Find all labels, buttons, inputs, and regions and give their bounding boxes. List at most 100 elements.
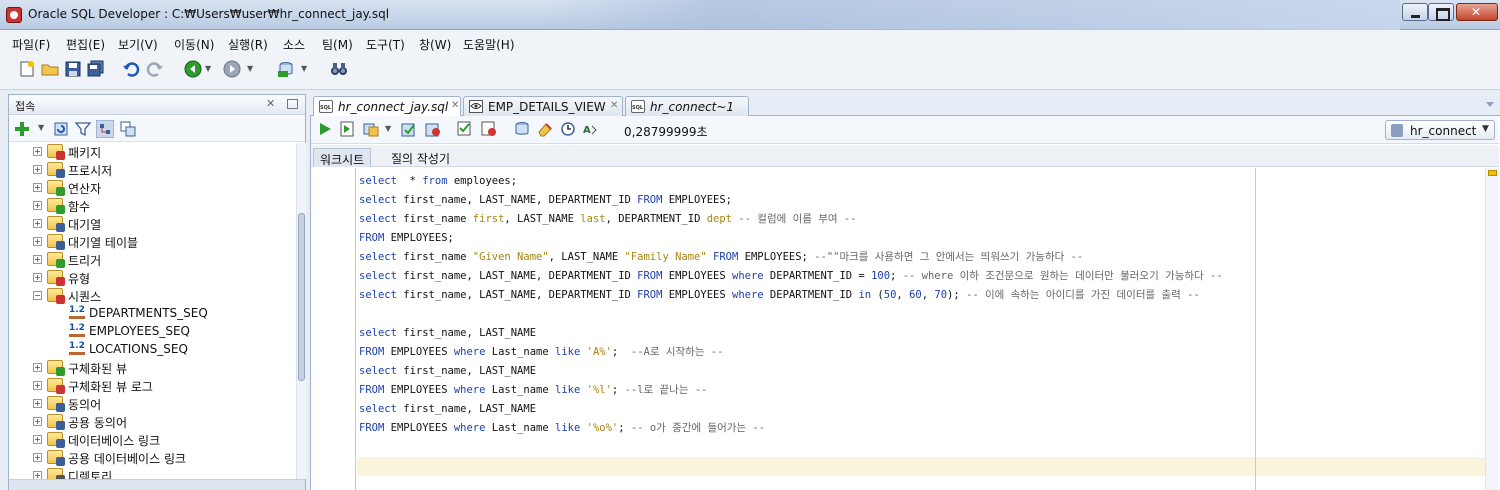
rollback-icon[interactable] — [425, 121, 441, 137]
tab-emp-details-view[interactable]: EMP_DETAILS_VIEW ✕ — [463, 96, 623, 116]
editor-vertical-scrollbar[interactable] — [1485, 168, 1499, 490]
code-line: select first_name "Given Name", LAST_NAM… — [359, 248, 1083, 267]
menu-window[interactable]: 창(W) — [419, 36, 451, 53]
code-token: where — [453, 422, 486, 434]
run-script-icon[interactable] — [339, 121, 355, 137]
run-statement-icon[interactable] — [317, 121, 333, 137]
to-upper-lower-icon[interactable]: A — [583, 121, 599, 137]
save-all-icon[interactable] — [87, 60, 105, 78]
menu-tools[interactable]: 도구(T) — [366, 36, 405, 53]
maximize-button[interactable] — [1428, 3, 1454, 21]
worksheet-subtabs: 워크시트 질의 작성기 — [311, 145, 1499, 167]
tab-query-builder[interactable]: 질의 작성기 — [385, 148, 456, 167]
code-line: select first_name, LAST_NAME — [359, 324, 536, 343]
tab-list-dropdown-icon[interactable] — [1484, 98, 1496, 110]
expand-node-icon[interactable]: + — [33, 381, 42, 390]
schema-browser-icon[interactable] — [96, 120, 114, 138]
history-icon[interactable] — [560, 121, 576, 137]
menu-run[interactable]: 실행(R) — [228, 36, 268, 53]
expand-node-icon[interactable]: + — [33, 273, 42, 282]
code-token: ; — [611, 384, 625, 396]
expand-node-icon[interactable]: + — [33, 453, 42, 462]
tree-item-label: 대기열 테이블 — [68, 236, 139, 250]
explain-plan-icon[interactable] — [457, 121, 473, 137]
expand-node-icon[interactable]: + — [33, 255, 42, 264]
redo-icon[interactable] — [146, 60, 164, 78]
sql-dropdown-arrow-icon[interactable]: ▼ — [301, 64, 307, 73]
autotrace-icon[interactable] — [363, 121, 379, 137]
code-token: FROM — [359, 422, 385, 434]
expand-node-icon[interactable]: + — [33, 417, 42, 426]
code-editor[interactable]: select * from employees; select first_nam… — [311, 168, 1499, 490]
tree-item-label: 구체화된 뷰 — [68, 362, 128, 376]
expand-node-icon[interactable]: + — [33, 399, 42, 408]
expand-node-icon[interactable]: + — [33, 435, 42, 444]
tree-scroll-thumb[interactable] — [298, 213, 305, 381]
app-logo-icon — [6, 7, 22, 23]
tab-hr-connect-jay-sql[interactable]: hr_connect_jay.sql ✕ — [313, 96, 461, 117]
add-connection-icon[interactable] — [14, 121, 30, 137]
code-token: , LAST_NAME — [548, 251, 625, 263]
code-token: FROM — [706, 251, 739, 263]
expand-node-icon[interactable]: + — [33, 147, 42, 156]
tab-close-icon[interactable]: ✕ — [610, 100, 618, 111]
code-token: select — [359, 365, 397, 377]
forward-icon[interactable] — [223, 60, 241, 78]
tab-hr-connect-1[interactable]: hr_connect~1 — [625, 96, 749, 116]
tree-horizontal-scrollbar[interactable] — [9, 479, 305, 490]
eraser-icon[interactable] — [537, 121, 553, 137]
expand-node-icon[interactable]: + — [33, 201, 42, 210]
sql-tuning-icon[interactable] — [514, 121, 530, 137]
back-icon[interactable] — [184, 60, 202, 78]
new-file-icon[interactable] — [18, 60, 36, 78]
save-icon[interactable] — [64, 60, 82, 78]
collapse-all-icon[interactable] — [120, 121, 136, 137]
commit-icon[interactable] — [401, 121, 417, 137]
expand-node-icon[interactable]: + — [33, 363, 42, 372]
worksheet-toolbar: ▼ A 0,28799999초 hr_connect ▼ — [311, 116, 1499, 144]
menu-view[interactable]: 보기(V) — [118, 36, 158, 53]
expand-node-icon[interactable]: + — [33, 183, 42, 192]
code-token: EMPLOYEES; — [662, 194, 732, 206]
binoculars-icon[interactable] — [330, 60, 348, 78]
back-dropdown-arrow-icon[interactable]: ▼ — [205, 64, 211, 73]
menu-navigate[interactable]: 이동(N) — [174, 36, 214, 53]
menu-source[interactable]: 소스 — [283, 36, 305, 53]
close-panel-icon[interactable]: ✕ — [266, 97, 275, 110]
tab-worksheet[interactable]: 워크시트 — [313, 148, 372, 167]
undo-icon[interactable] — [122, 60, 140, 78]
tree-item-label: 디렉토리 — [68, 470, 113, 479]
close-window-button[interactable] — [1456, 3, 1498, 21]
tree-item-label: LOCATIONS_SEQ — [89, 342, 188, 356]
code-token: FROM — [637, 270, 663, 282]
expand-node-icon[interactable]: + — [33, 237, 42, 246]
code-token: first_name — [396, 213, 473, 225]
collapse-node-icon[interactable]: − — [33, 291, 42, 300]
clear-icon[interactable] — [481, 121, 497, 137]
expand-node-icon[interactable]: + — [33, 165, 42, 174]
forward-dropdown-arrow-icon[interactable]: ▼ — [247, 64, 253, 73]
menu-file[interactable]: 파일(F) — [12, 36, 50, 53]
folder-icon — [47, 198, 65, 214]
expand-node-icon[interactable]: + — [33, 219, 42, 228]
minimize-button[interactable] — [1402, 3, 1428, 21]
refresh-icon[interactable] — [53, 121, 69, 137]
expand-node-icon[interactable]: + — [33, 471, 42, 479]
chevron-down-icon: ▼ — [1482, 124, 1489, 134]
autotrace-dropdown-icon[interactable]: ▼ — [385, 124, 391, 133]
sql-icon[interactable] — [277, 60, 295, 78]
open-folder-icon[interactable] — [41, 60, 59, 78]
code-token: first_name, LAST_NAME — [396, 403, 537, 415]
add-connection-dropdown-icon[interactable]: ▼ — [38, 123, 44, 132]
menu-edit[interactable]: 편집(E) — [66, 36, 105, 53]
menu-team[interactable]: 팀(M) — [322, 36, 353, 53]
minimize-panel-icon[interactable] — [287, 99, 298, 109]
tree-vertical-scrollbar[interactable] — [296, 143, 306, 479]
filter-icon[interactable] — [75, 121, 91, 137]
tab-close-icon[interactable]: ✕ — [451, 100, 459, 111]
menu-help[interactable]: 도움말(H) — [463, 36, 515, 53]
connection-selector[interactable]: hr_connect ▼ — [1385, 120, 1495, 140]
code-token: like — [555, 346, 581, 358]
code-token: FROM — [637, 194, 663, 206]
code-token: , — [896, 289, 910, 301]
